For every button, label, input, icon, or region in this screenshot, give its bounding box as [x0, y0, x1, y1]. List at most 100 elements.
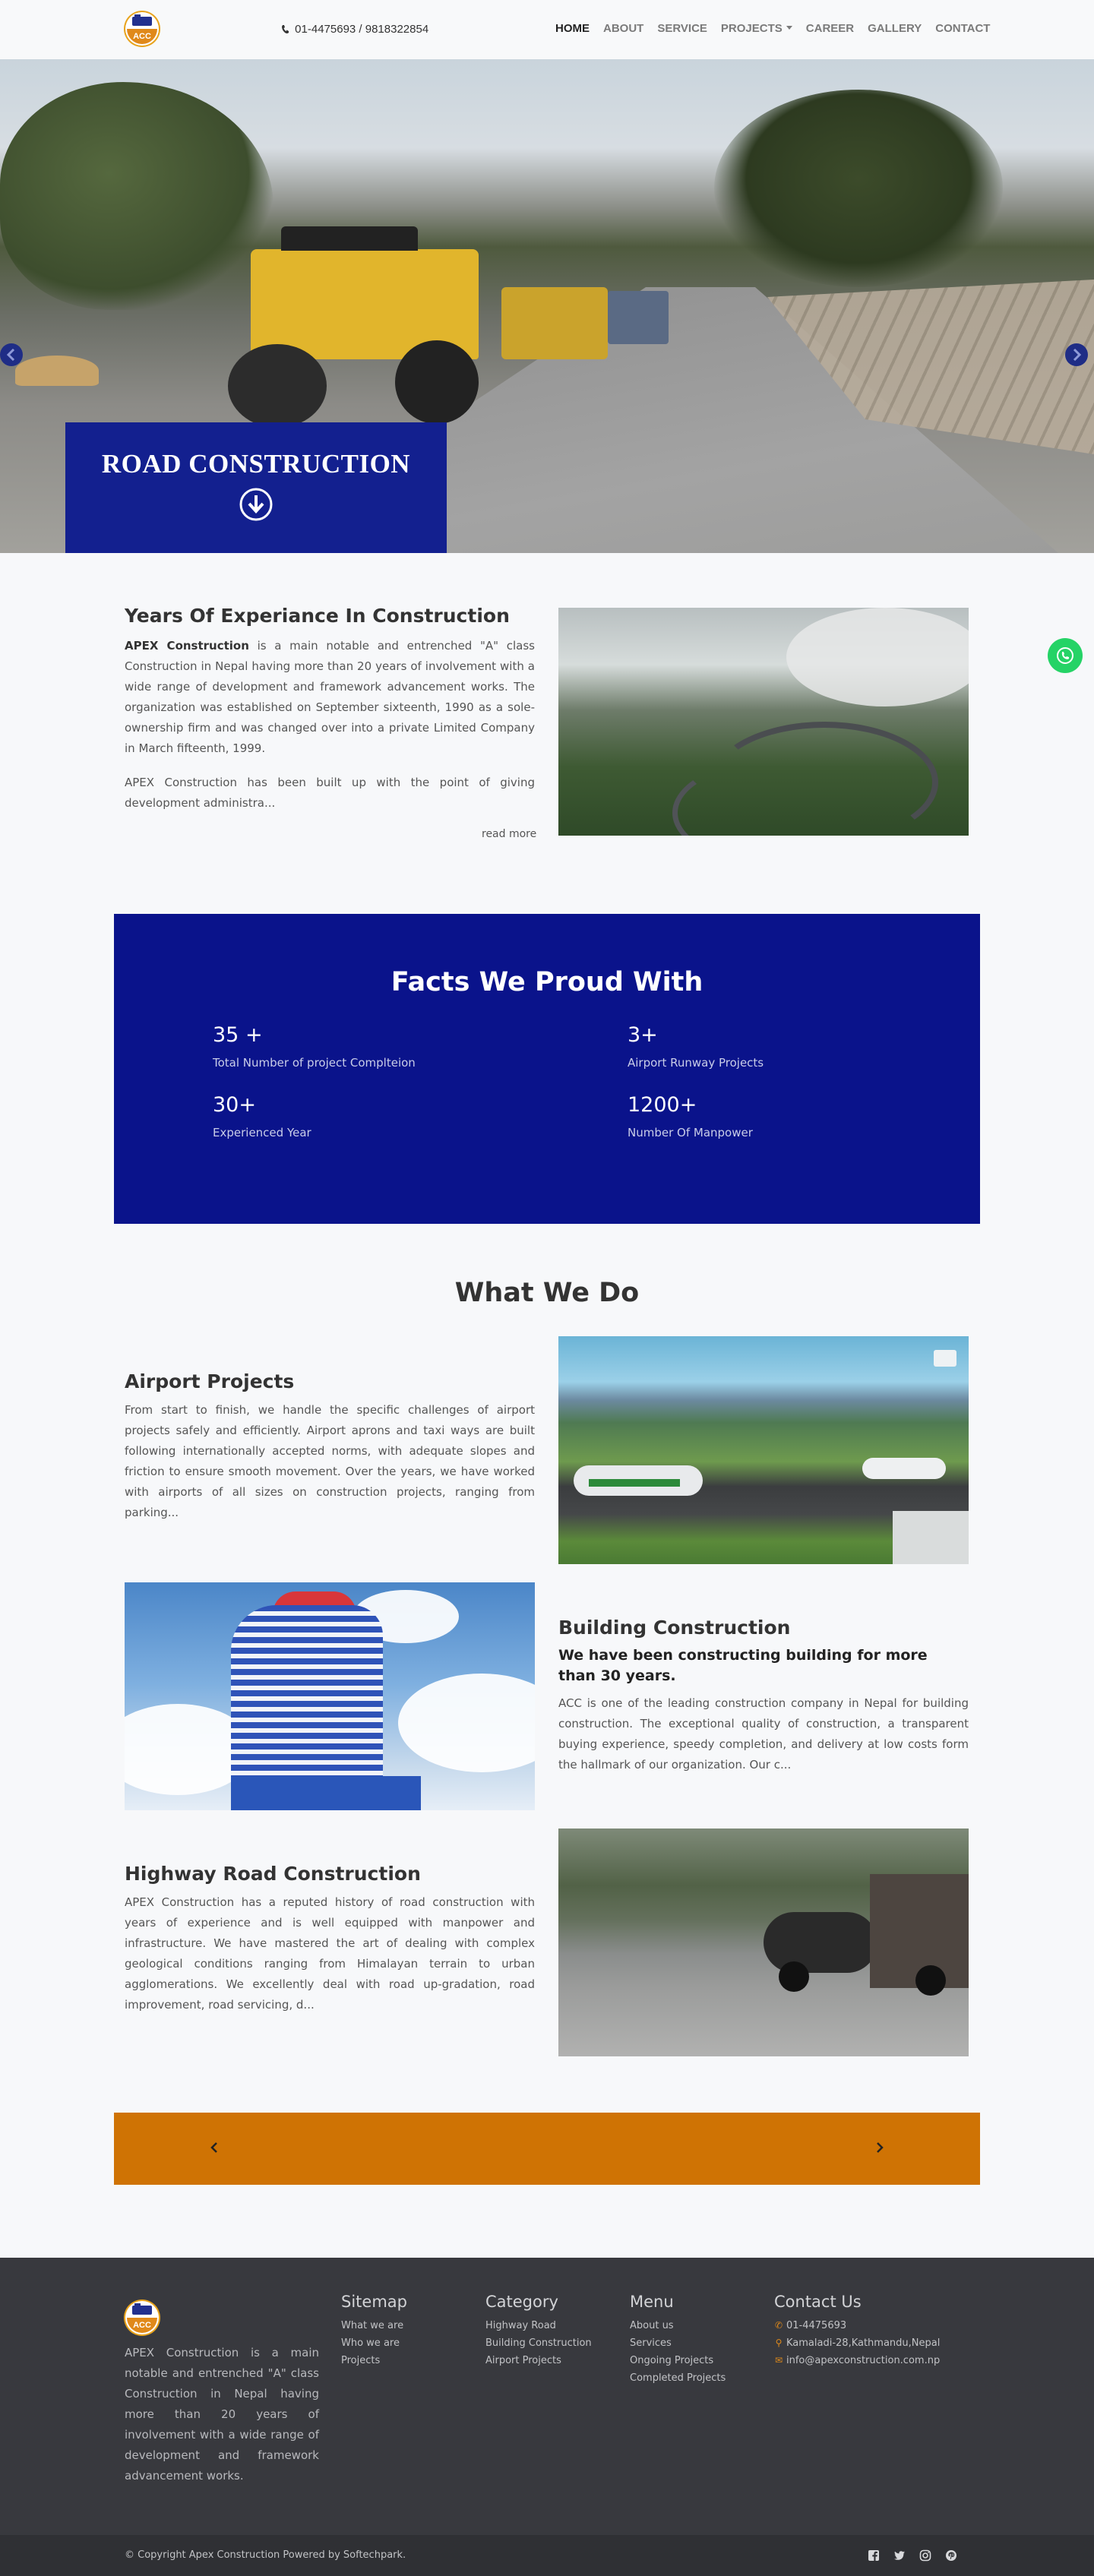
footer-link[interactable]: Building Construction	[485, 2334, 592, 2352]
header-phone[interactable]: 01-4475693 / 9818322854	[281, 23, 428, 36]
service-title-highway[interactable]: Highway Road Construction	[125, 1863, 421, 1885]
read-more-link[interactable]: read more	[482, 828, 536, 840]
about-paragraph-1: APEX Construction is a main notable and …	[125, 636, 535, 759]
fact-label: Airport Runway Projects	[628, 1056, 764, 1070]
service-title-building[interactable]: Building Construction	[558, 1617, 790, 1639]
image-building-base	[231, 1776, 421, 1810]
about-image-mountain-road	[558, 608, 969, 836]
whatsapp-button[interactable]	[1048, 638, 1083, 673]
footer-contact-phone[interactable]: ✆ 01-4475693	[774, 2317, 940, 2334]
phone-icon: ✆	[774, 2320, 783, 2331]
footer-link[interactable]: What we are	[341, 2317, 407, 2334]
about-title: Years Of Experiance In Construction	[125, 605, 510, 627]
twitter-icon[interactable]	[893, 2549, 906, 2562]
footer-link[interactable]: Who we are	[341, 2334, 407, 2352]
footer-link[interactable]: Services	[630, 2334, 726, 2352]
nav-projects-label: PROJECTS	[720, 22, 783, 35]
hero-image-trees	[0, 82, 274, 310]
map-marker-icon: ⚲	[775, 2337, 783, 2348]
footer-menu: Menu About us Services Ongoing Projects …	[630, 2293, 726, 2387]
facts-section: Facts We Proud With 35 + Total Number of…	[114, 914, 980, 1224]
eye-icon	[934, 1350, 956, 1367]
fact-value: 1200+	[628, 1093, 697, 1117]
chevron-left-icon	[210, 2142, 217, 2153]
company-logo[interactable]: ACC	[123, 8, 161, 48]
nav-about[interactable]: ABOUT	[596, 22, 650, 35]
facebook-icon[interactable]	[868, 2549, 880, 2562]
fact-label: Total Number of project Complteion	[213, 1056, 416, 1070]
header-phone-text: 01-4475693 / 9818322854	[295, 23, 429, 36]
footer-link[interactable]: Airport Projects	[485, 2352, 592, 2369]
footer-link[interactable]: About us	[630, 2317, 726, 2334]
image-airplane	[574, 1465, 703, 1496]
whatsapp-icon	[1057, 647, 1073, 664]
nav-contact[interactable]: CONTACT	[928, 22, 997, 35]
hero-image-trees-right	[714, 90, 1003, 287]
footer-description: APEX Construction is a main notable and …	[125, 2346, 319, 2483]
service-text-airport: From start to finish, we handle the spec…	[125, 1403, 535, 1519]
footer: ACC APEX Construction is a main notable …	[0, 2258, 1094, 2535]
image-truck-wheel	[915, 1965, 946, 1996]
footer-logo[interactable]: ACC	[123, 2297, 161, 2337]
image-tanker	[764, 1912, 877, 1973]
hero-image-second-roller	[501, 287, 608, 359]
main-nav: HOME ABOUT SERVICE PROJECTS CAREER GALLE…	[549, 22, 997, 35]
service-image-building	[125, 1582, 535, 1810]
footer-contact-email[interactable]: ✉ info@apexconstruction.com.np	[774, 2352, 940, 2369]
footer-sitemap: Sitemap What we are Who we are Projects	[341, 2293, 407, 2369]
nav-gallery[interactable]: GALLERY	[861, 22, 928, 35]
nav-service[interactable]: SERVICE	[650, 22, 714, 35]
footer-link[interactable]: Projects	[341, 2352, 407, 2369]
hero-caption: ROAD CONSTRUCTION	[65, 422, 447, 553]
slider-next-button[interactable]	[875, 2141, 884, 2157]
image-terminal-building	[893, 1511, 969, 1564]
what-we-do-title: What We Do	[454, 1278, 640, 1308]
svg-text:ACC: ACC	[133, 32, 151, 41]
footer-contact-phone-text: 01-4475693	[786, 2320, 847, 2331]
nav-home[interactable]: HOME	[549, 22, 596, 35]
image-cloud	[398, 1674, 535, 1772]
fact-label: Experienced Year	[213, 1126, 311, 1139]
slider-prev-button[interactable]	[210, 2141, 219, 2157]
footer-contact: Contact Us ✆ 01-4475693 ⚲ Kamaladi-28,Kath…	[774, 2293, 940, 2369]
fact-value: 30+	[213, 1093, 256, 1117]
about-company-name: APEX Construction	[125, 639, 249, 653]
footer-link[interactable]: Ongoing Projects	[630, 2352, 726, 2369]
service-text-highway: APEX Construction has a reputed history …	[125, 1895, 535, 2012]
service-image-highway	[558, 1828, 969, 2056]
logo-slider	[114, 2113, 980, 2185]
carousel-prev-button[interactable]	[0, 343, 23, 366]
footer-contact-address: ⚲ Kamaladi-28,Kathmandu,Nepal	[774, 2334, 941, 2352]
service-subtitle-building: We have been constructing building for m…	[558, 1647, 928, 1684]
footer-link[interactable]: Highway Road	[485, 2317, 592, 2334]
about-paragraph-2: APEX Construction has been built up with…	[125, 776, 535, 810]
fact-item: 30+ Experienced Year	[213, 1093, 311, 1139]
instagram-icon[interactable]	[919, 2549, 931, 2562]
hero-image-sand	[15, 356, 99, 386]
footer-category-title: Category	[485, 2293, 558, 2311]
footer-contact-email-text: info@apexconstruction.com.np	[786, 2355, 941, 2366]
hero-image-roller-drum	[228, 344, 327, 428]
about-paragraph-1-text: is a main notable and entrenched "A" cla…	[125, 639, 535, 755]
nav-projects[interactable]: PROJECTS	[714, 22, 799, 35]
fact-item: 35 + Total Number of project Complteion	[213, 1023, 416, 1070]
pinterest-icon[interactable]	[945, 2549, 957, 2562]
fact-item: 3+ Airport Runway Projects	[628, 1023, 764, 1070]
service-title-airport[interactable]: Airport Projects	[125, 1370, 294, 1392]
fact-label: Number Of Manpower	[628, 1126, 753, 1139]
arrow-down-circle-icon[interactable]	[239, 487, 274, 526]
phone-icon	[282, 25, 289, 33]
service-image-airport	[558, 1336, 969, 1564]
fact-value: 35 +	[213, 1023, 263, 1047]
image-fog	[786, 608, 969, 706]
chevron-right-icon	[1073, 349, 1082, 361]
chevron-right-icon	[877, 2142, 884, 2153]
footer-sitemap-title: Sitemap	[341, 2293, 407, 2311]
carousel-next-button[interactable]	[1065, 343, 1088, 366]
hero-caption-title: ROAD CONSTRUCTION	[101, 449, 411, 479]
service-text-building: ACC is one of the leading construction c…	[558, 1696, 969, 1772]
fact-item: 1200+ Number Of Manpower	[628, 1093, 753, 1139]
nav-career[interactable]: CAREER	[799, 22, 861, 35]
footer-link[interactable]: Completed Projects	[630, 2369, 726, 2387]
footer-contact-address-text: Kamaladi-28,Kathmandu,Nepal	[786, 2337, 941, 2349]
